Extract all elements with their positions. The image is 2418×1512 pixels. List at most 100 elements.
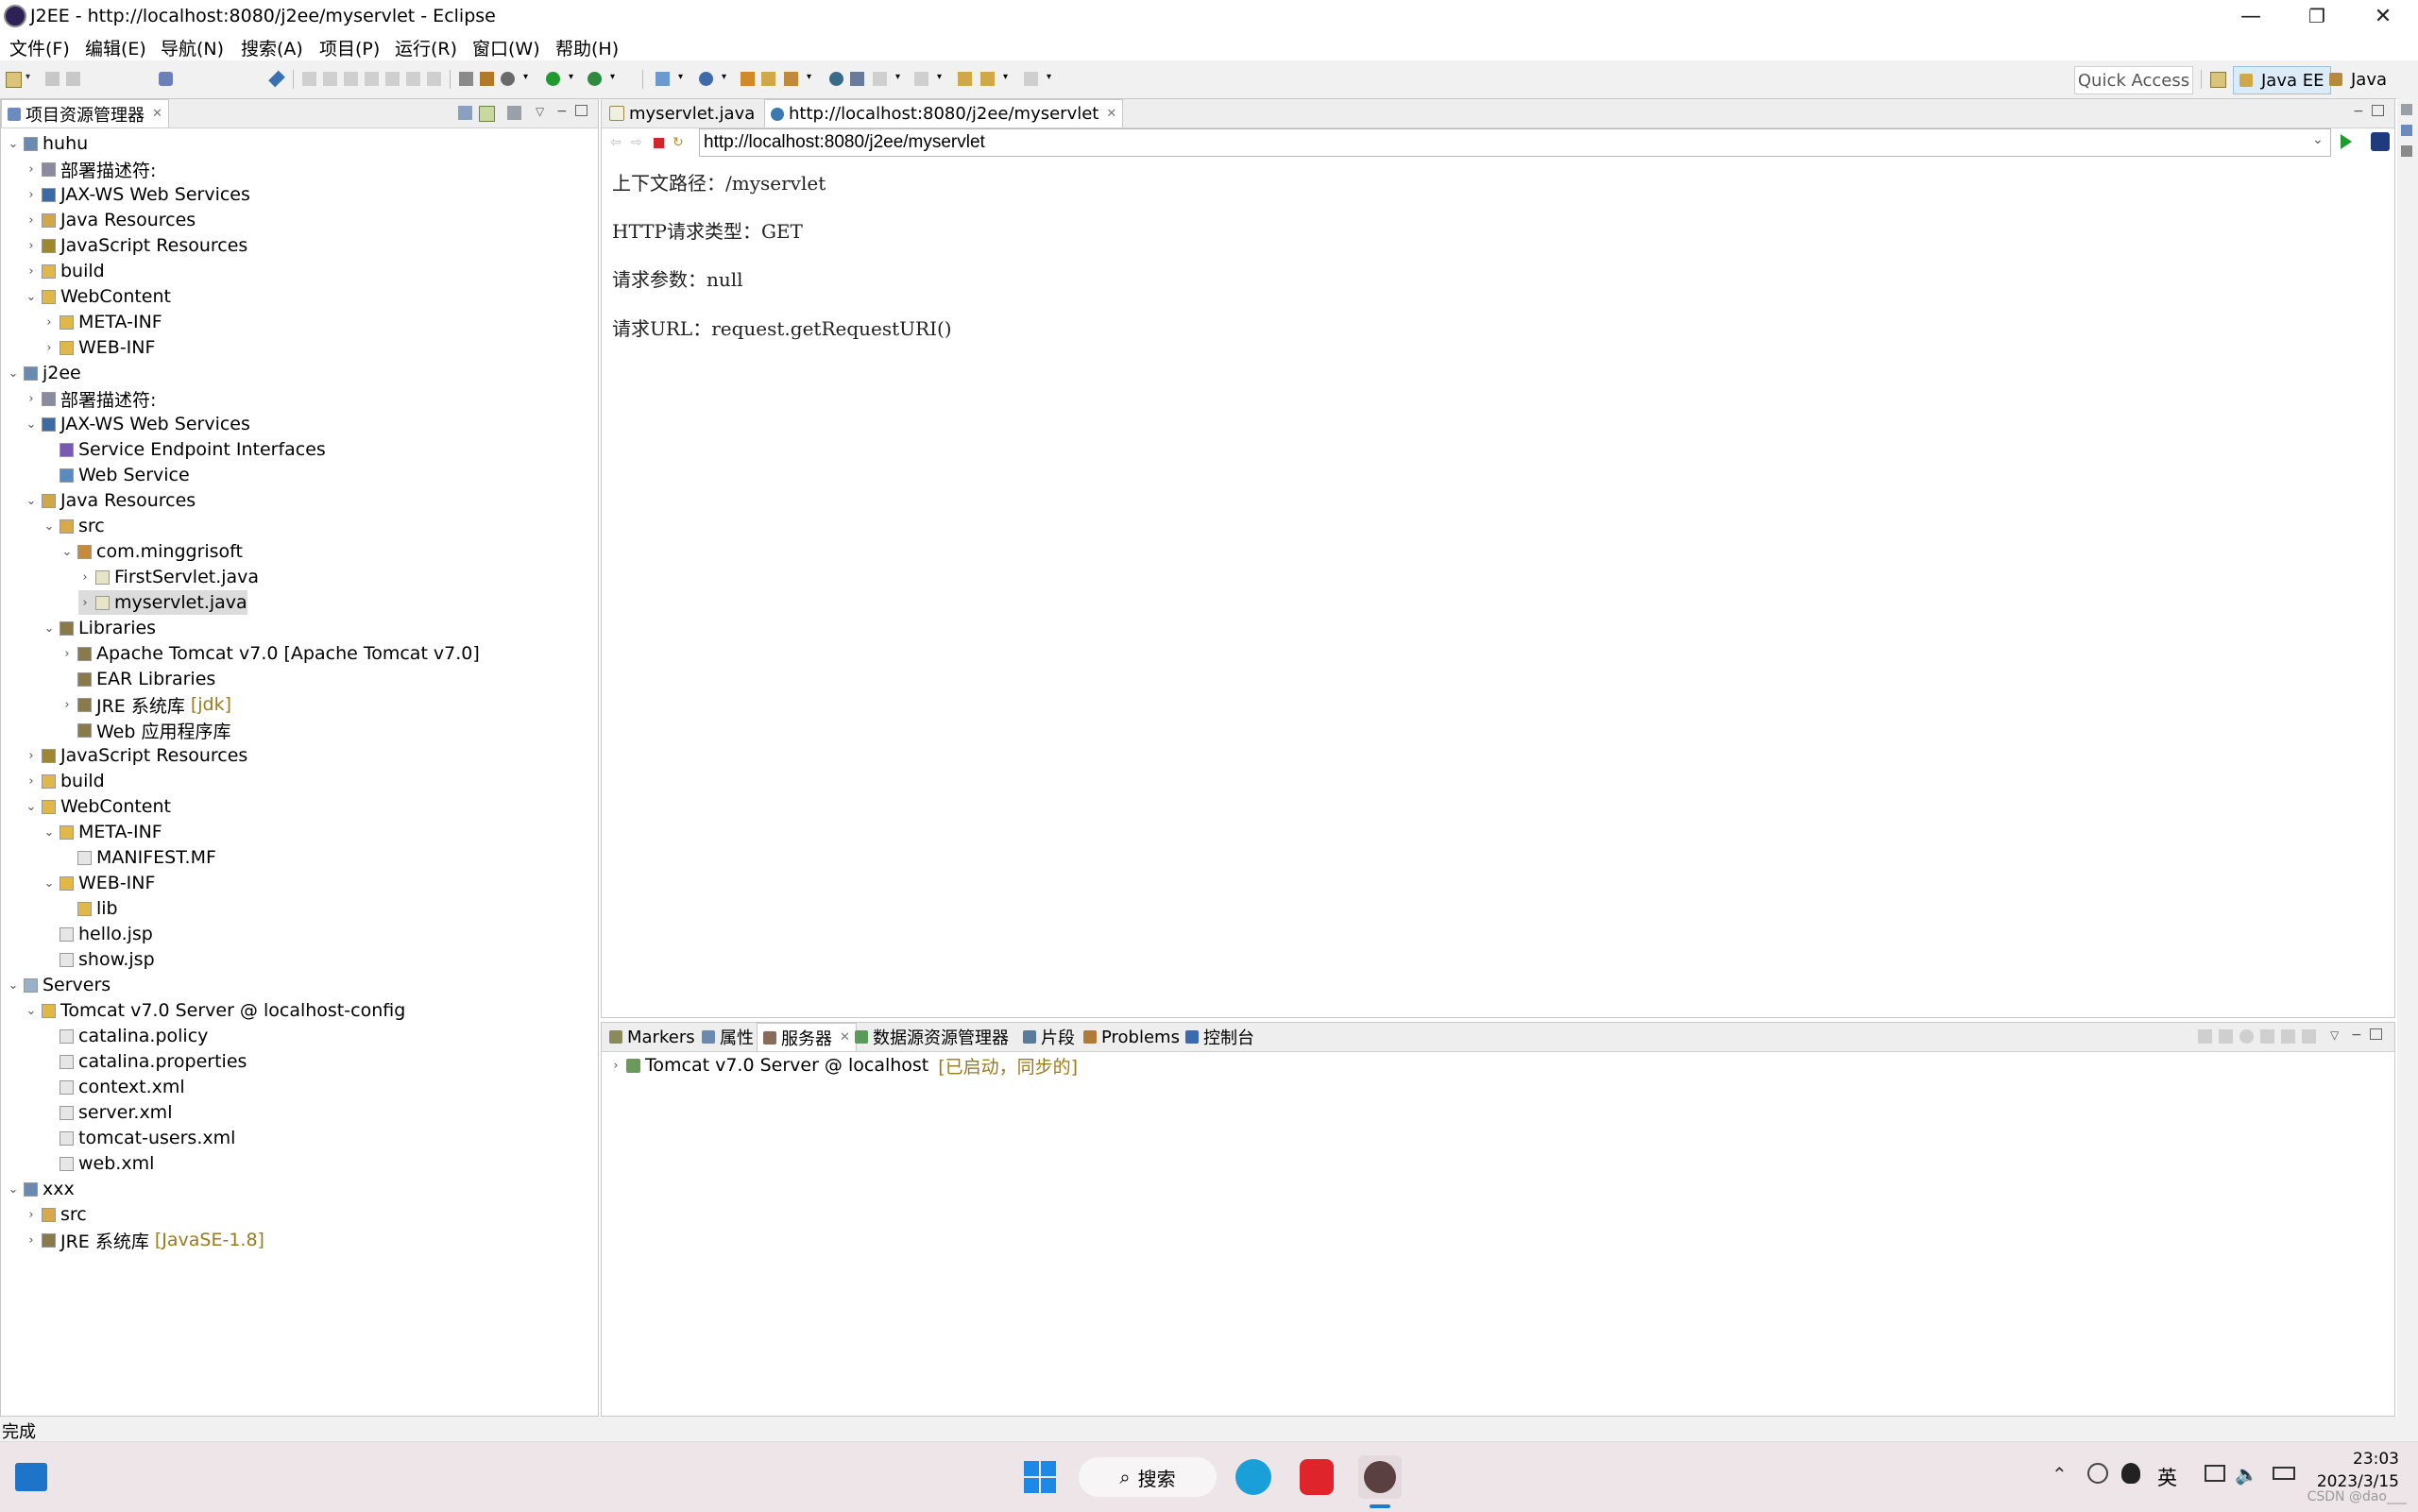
volume-icon[interactable]: 🔈 — [2235, 1463, 2258, 1486]
collapse-icon[interactable]: ⌄ — [7, 1182, 20, 1197]
tree-item[interactable]: › JRE 系统库 [jdk] — [60, 692, 231, 717]
network-icon[interactable] — [2205, 1465, 2225, 1482]
tree-item[interactable]: ⌄ WEB-INF — [43, 871, 156, 895]
collapse-icon[interactable]: ⌄ — [25, 290, 38, 304]
build-icon[interactable] — [480, 72, 494, 86]
expand-icon[interactable]: › — [25, 188, 38, 202]
tree-item[interactable]: context.xml — [43, 1075, 185, 1099]
open-console-icon[interactable] — [159, 72, 173, 86]
menu-help[interactable]: 帮助(H) — [555, 35, 619, 60]
disconnect-icon[interactable] — [365, 72, 379, 86]
outline-icon[interactable] — [2401, 125, 2412, 136]
tree-item[interactable]: › JAX-WS Web Services — [25, 182, 250, 207]
tree-item[interactable]: Web Service — [43, 463, 190, 487]
tab-data-source-explorer[interactable]: 数据源资源管理器 — [849, 1023, 1014, 1051]
expand-icon[interactable]: › — [25, 213, 38, 228]
browser-back-icon[interactable]: ⇦ — [610, 135, 622, 150]
tree-item[interactable]: tomcat-users.xml — [43, 1126, 235, 1150]
expand-icon[interactable]: › — [60, 647, 74, 661]
step-over-icon[interactable] — [406, 72, 420, 86]
collapse-icon[interactable]: ⌄ — [43, 825, 56, 840]
tab-browser[interactable]: http://localhost:8080/j2ee/myservlet ✕ — [764, 99, 1124, 127]
expand-icon[interactable]: › — [43, 341, 56, 355]
back-dropdown-icon[interactable]: ▾ — [1003, 72, 1011, 86]
tree-item[interactable]: › META-INF — [43, 310, 162, 334]
tab-console[interactable]: 控制台 — [1180, 1023, 1260, 1051]
eclipse-task-icon[interactable] — [1358, 1455, 1402, 1499]
search-toolbar-icon[interactable] — [784, 72, 798, 86]
tree-item[interactable]: › JRE 系统库 [JavaSE-1.8] — [25, 1228, 264, 1252]
tree-item[interactable]: ⌄ j2ee — [7, 361, 81, 385]
minimize-view-icon[interactable]: − — [2351, 1028, 2365, 1043]
tab-snippets[interactable]: 片段 — [1017, 1023, 1081, 1051]
minimize-editor-icon[interactable]: − — [2353, 104, 2367, 119]
step-into-icon[interactable] — [385, 72, 400, 86]
clock-date[interactable]: 2023/3/15 — [2316, 1472, 2399, 1491]
resume-icon[interactable] — [302, 72, 316, 86]
search-dropdown-icon[interactable]: ▾ — [807, 72, 814, 86]
run-dropdown-icon[interactable]: ▾ — [569, 72, 576, 86]
battery-icon[interactable] — [2273, 1467, 2295, 1480]
open-task-icon[interactable] — [761, 72, 775, 86]
expand-icon[interactable]: › — [609, 1059, 622, 1073]
forward-icon[interactable] — [1024, 72, 1038, 86]
debug-icon[interactable] — [501, 72, 515, 86]
tree-item[interactable]: ⌄ WebContent — [25, 284, 171, 309]
external-tools-dropdown-icon[interactable]: ▾ — [610, 72, 618, 86]
restore-view-icon[interactable] — [2401, 104, 2412, 115]
tab-servers[interactable]: 服务器 ✕ — [757, 1023, 857, 1051]
annotation-icon[interactable] — [850, 72, 864, 86]
previous-annotation-icon[interactable] — [914, 72, 928, 86]
new-server-icon[interactable] — [656, 72, 670, 86]
menu-project[interactable]: 项目(P) — [319, 35, 380, 60]
previous-annotation-dropdown-icon[interactable]: ▾ — [937, 72, 945, 86]
tab-myservlet-java[interactable]: myservlet.java — [604, 99, 760, 127]
publish-icon[interactable] — [2302, 1029, 2316, 1044]
minimize-button[interactable]: — — [2218, 0, 2284, 32]
tree-item[interactable]: › WEB-INF — [43, 335, 155, 360]
collapse-icon[interactable]: ⌄ — [7, 978, 20, 993]
taskbar-search[interactable]: ⌕ 搜索 — [1079, 1457, 1217, 1497]
next-annotation-icon[interactable] — [873, 72, 887, 86]
tree-item[interactable]: › build — [25, 769, 104, 793]
widgets-icon[interactable] — [15, 1463, 47, 1491]
step-return-icon[interactable] — [427, 72, 441, 86]
chevron-up-icon[interactable]: ⌃ — [2052, 1463, 2068, 1486]
skip-breakpoints-icon[interactable] — [459, 72, 473, 86]
collapse-icon[interactable]: ⌄ — [25, 800, 38, 814]
suspend-icon[interactable] — [323, 72, 337, 86]
tree-item[interactable]: EAR Libraries — [60, 667, 215, 691]
debug-dropdown-icon[interactable]: ▾ — [523, 72, 531, 86]
tree-item[interactable]: › JavaScript Resources — [25, 743, 247, 768]
tree-item[interactable]: ⌄ META-INF — [43, 820, 162, 844]
collapse-icon[interactable]: ⌄ — [7, 137, 20, 151]
collapse-icon[interactable]: ⌄ — [25, 1004, 38, 1018]
expand-icon[interactable]: › — [25, 749, 38, 763]
new-web-service-icon[interactable] — [699, 72, 713, 86]
maximize-view-icon[interactable] — [575, 105, 587, 116]
browser-forward-icon[interactable]: ⇨ — [631, 135, 642, 150]
browser-refresh-icon[interactable]: ↻ — [673, 135, 684, 150]
netease-music-icon[interactable] — [1300, 1459, 1334, 1495]
menu-run[interactable]: 运行(R) — [395, 35, 457, 60]
tree-item[interactable]: MANIFEST.MF — [60, 845, 216, 870]
back-icon[interactable] — [980, 72, 995, 86]
tree-item[interactable]: ⌄ Tomcat v7.0 Server @ localhost-config — [25, 998, 406, 1023]
new-web-service-dropdown-icon[interactable]: ▾ — [722, 72, 729, 86]
profile-server-icon[interactable] — [2260, 1029, 2274, 1044]
debug-server-icon[interactable] — [2219, 1029, 2233, 1044]
tab-markers[interactable]: Markers — [604, 1023, 701, 1051]
collapse-icon[interactable] — [2198, 1029, 2212, 1044]
expand-icon[interactable]: › — [25, 774, 38, 789]
server-row[interactable]: › Tomcat v7.0 Server @ localhost [已启动，同步… — [609, 1053, 1078, 1078]
open-type-icon[interactable] — [741, 72, 755, 86]
tree-item[interactable]: ⌄ src — [43, 514, 105, 538]
tree-item[interactable]: › JavaScript Resources — [25, 233, 247, 258]
restore-button[interactable]: ❐ — [2284, 0, 2350, 32]
tree-item[interactable]: › build — [25, 259, 104, 283]
collapse-icon[interactable]: ⌄ — [25, 494, 38, 508]
browser-stop-icon[interactable] — [654, 138, 664, 148]
ime-indicator[interactable]: 英 — [2157, 1463, 2177, 1491]
tree-item[interactable]: ⌄ Java Resources — [25, 488, 196, 513]
expand-icon[interactable]: › — [25, 162, 38, 177]
